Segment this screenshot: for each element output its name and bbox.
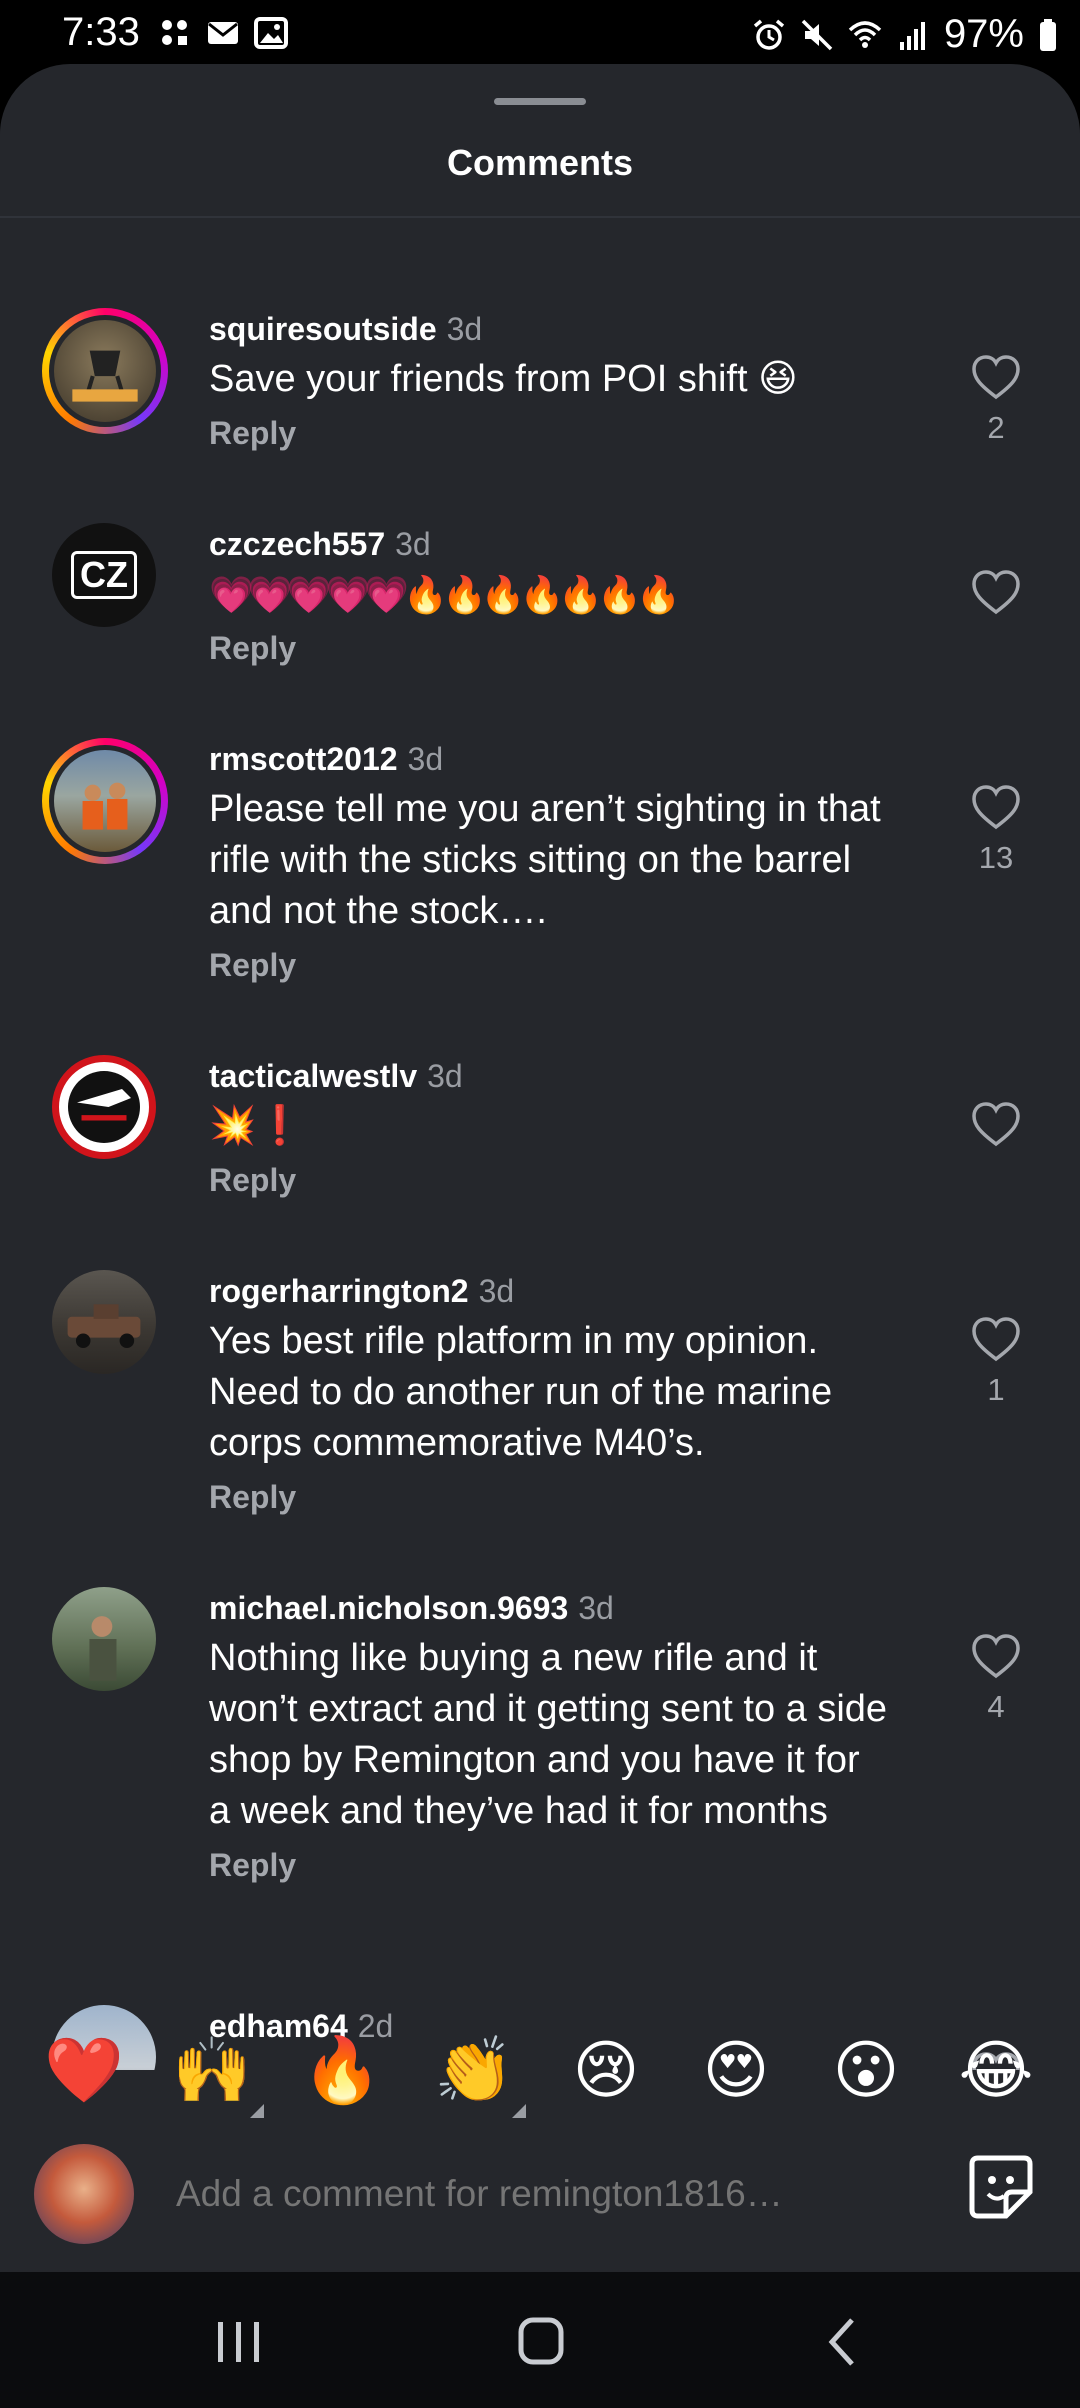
truck-photo-icon — [67, 1304, 141, 1348]
drag-handle[interactable] — [494, 98, 586, 105]
alarm-icon — [753, 19, 785, 50]
emoji-bar: ❤️ 🙌 🔥 👏 😢 😍 😮 😂 — [0, 2010, 1080, 2130]
comment-time: 3d — [478, 1273, 515, 1309]
comments-list[interactable]: squiresoutside 3d Save your friends from … — [0, 218, 1080, 2070]
like-button[interactable] — [966, 567, 1026, 625]
avatar[interactable] — [42, 738, 168, 864]
comment-time: 3d — [427, 1058, 463, 1094]
comment-input[interactable] — [174, 2158, 818, 2230]
hunters-photo-icon — [82, 782, 128, 830]
raising-hands-emoji[interactable]: 🙌 — [172, 2030, 264, 2118]
wifi-icon — [848, 20, 882, 48]
comment-username[interactable]: czczech557 — [209, 526, 385, 562]
comment-username[interactable]: squiresoutside — [209, 311, 437, 347]
like-button[interactable] — [966, 1099, 1026, 1157]
reply-button[interactable]: Reply — [209, 1479, 889, 1516]
reply-button[interactable]: Reply — [209, 947, 889, 984]
avatar[interactable] — [52, 1587, 156, 1691]
comment-text: 💗💗💗💗💗🔥🔥🔥🔥🔥🔥🔥 — [209, 574, 681, 615]
home-icon[interactable] — [506, 2312, 576, 2372]
crying-emoji[interactable]: 😢 — [566, 2030, 646, 2110]
heart-emoji[interactable]: ❤️ — [44, 2030, 124, 2110]
surprised-emoji[interactable]: 😮 — [826, 2030, 906, 2110]
comment-time: 3d — [407, 741, 444, 777]
clapping-emoji-glyph: 👏 — [434, 2034, 514, 2106]
mute-icon — [801, 19, 833, 50]
person-photo-icon — [89, 1616, 117, 1681]
avatar-logo-text: CZ — [71, 551, 137, 599]
comment-time: 3d — [446, 311, 483, 347]
heart-outline-icon — [972, 1102, 1020, 1147]
app-notification-icon — [162, 20, 187, 45]
like-count: 1 — [987, 1372, 1005, 1407]
heart-outline-icon — [972, 785, 1020, 830]
reply-button[interactable]: Reply — [209, 1162, 889, 1199]
tactical-logo-icon — [68, 1071, 140, 1143]
comment-time: 3d — [395, 526, 431, 562]
comment-text: Nothing like buying a new rifle and it w… — [209, 1637, 888, 1832]
heart-outline-icon — [972, 570, 1020, 615]
like-button[interactable]: 2 — [966, 352, 1026, 446]
comment-username[interactable]: michael.nicholson.9693 — [209, 1590, 568, 1626]
like-count: 13 — [978, 840, 1014, 875]
heart-eyes-emoji[interactable]: 😍 — [696, 2030, 776, 2110]
status-bar: 7:33 97% — [0, 0, 1080, 68]
laughing-emoji[interactable]: 😂 — [956, 2030, 1036, 2110]
fire-emoji[interactable]: 🔥 — [302, 2030, 382, 2110]
avatar[interactable] — [52, 1055, 156, 1159]
recent-apps-icon[interactable] — [204, 2312, 274, 2372]
variants-indicator — [250, 2104, 264, 2118]
reply-button[interactable]: Reply — [209, 630, 889, 667]
battery-icon — [1040, 18, 1056, 51]
status-time: 7:33 — [62, 10, 140, 54]
like-button[interactable]: 13 — [966, 782, 1026, 876]
comment-text: Save your friends from POI shift 😆 — [209, 358, 798, 400]
gallery-icon — [254, 17, 288, 49]
avatar[interactable] — [52, 1270, 156, 1374]
variants-indicator — [512, 2104, 526, 2118]
comment-text: Yes best rifle platform in my opinion. N… — [209, 1320, 833, 1464]
like-count: 2 — [987, 410, 1005, 445]
raising-hands-emoji-glyph: 🙌 — [172, 2034, 252, 2106]
self-avatar[interactable] — [34, 2144, 134, 2244]
chair-logo-icon — [72, 350, 138, 402]
comment-username[interactable]: rogerharrington2 — [209, 1273, 469, 1309]
comment-username[interactable]: tacticalwestlv — [209, 1058, 417, 1094]
avatar[interactable] — [42, 308, 168, 434]
comment-text: Please tell me you aren’t sighting in th… — [209, 788, 881, 932]
heart-outline-icon — [972, 355, 1020, 400]
reply-button[interactable]: Reply — [209, 415, 889, 452]
like-button[interactable]: 4 — [966, 1631, 1026, 1725]
battery-percent: 97% — [943, 12, 1024, 56]
sheet-title: Comments — [446, 142, 634, 183]
mail-icon — [208, 22, 238, 44]
back-icon[interactable] — [808, 2312, 878, 2372]
sticker-icon[interactable] — [966, 2152, 1036, 2222]
comments-sheet: Comments squiresoutside 3d Save your frie… — [0, 64, 1080, 2272]
navigation-bar — [0, 2272, 1080, 2408]
avatar[interactable]: CZ — [52, 523, 156, 627]
clapping-emoji[interactable]: 👏 — [434, 2030, 526, 2118]
comment-composer — [0, 2128, 1080, 2272]
heart-outline-icon — [972, 1634, 1020, 1679]
signal-icon — [899, 21, 925, 50]
heart-outline-icon — [972, 1317, 1020, 1362]
comment-text: 💥❗ — [209, 1105, 304, 1147]
like-button[interactable]: 1 — [966, 1314, 1026, 1408]
like-count: 4 — [987, 1689, 1005, 1724]
comment-time: 3d — [578, 1590, 614, 1626]
comment-username[interactable]: rmscott2012 — [209, 741, 398, 777]
reply-button[interactable]: Reply — [209, 1847, 889, 1884]
